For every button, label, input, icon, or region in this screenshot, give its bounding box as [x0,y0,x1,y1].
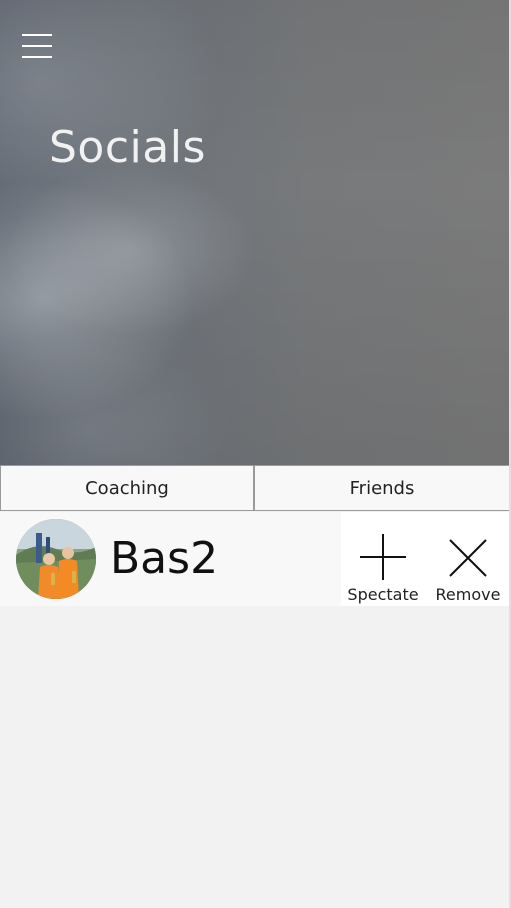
friend-name: Bas2 [110,533,219,584]
plus-icon [360,534,406,580]
socials-screen: Socials Coaching Friends Bas2 Spectate R… [0,0,511,908]
remove-label: Remove [435,585,501,604]
menu-button[interactable] [20,32,54,62]
spectate-label: Spectate [347,585,419,604]
tab-friends[interactable]: Friends [254,465,510,511]
avatar[interactable] [16,519,96,599]
tab-bar: Coaching Friends [0,465,511,511]
list-item: Bas2 Spectate Remove [0,512,511,606]
remove-button[interactable]: Remove [425,512,511,606]
close-icon [449,539,487,577]
spectate-button[interactable]: Spectate [341,512,425,606]
friends-list-empty-area [0,606,511,908]
tab-coaching[interactable]: Coaching [0,465,254,511]
friend-actions: Spectate Remove [341,512,511,606]
hamburger-menu-icon [22,34,52,36]
avatar-photo [16,519,96,599]
page-title: Socials [49,122,206,173]
header-banner [0,0,511,465]
